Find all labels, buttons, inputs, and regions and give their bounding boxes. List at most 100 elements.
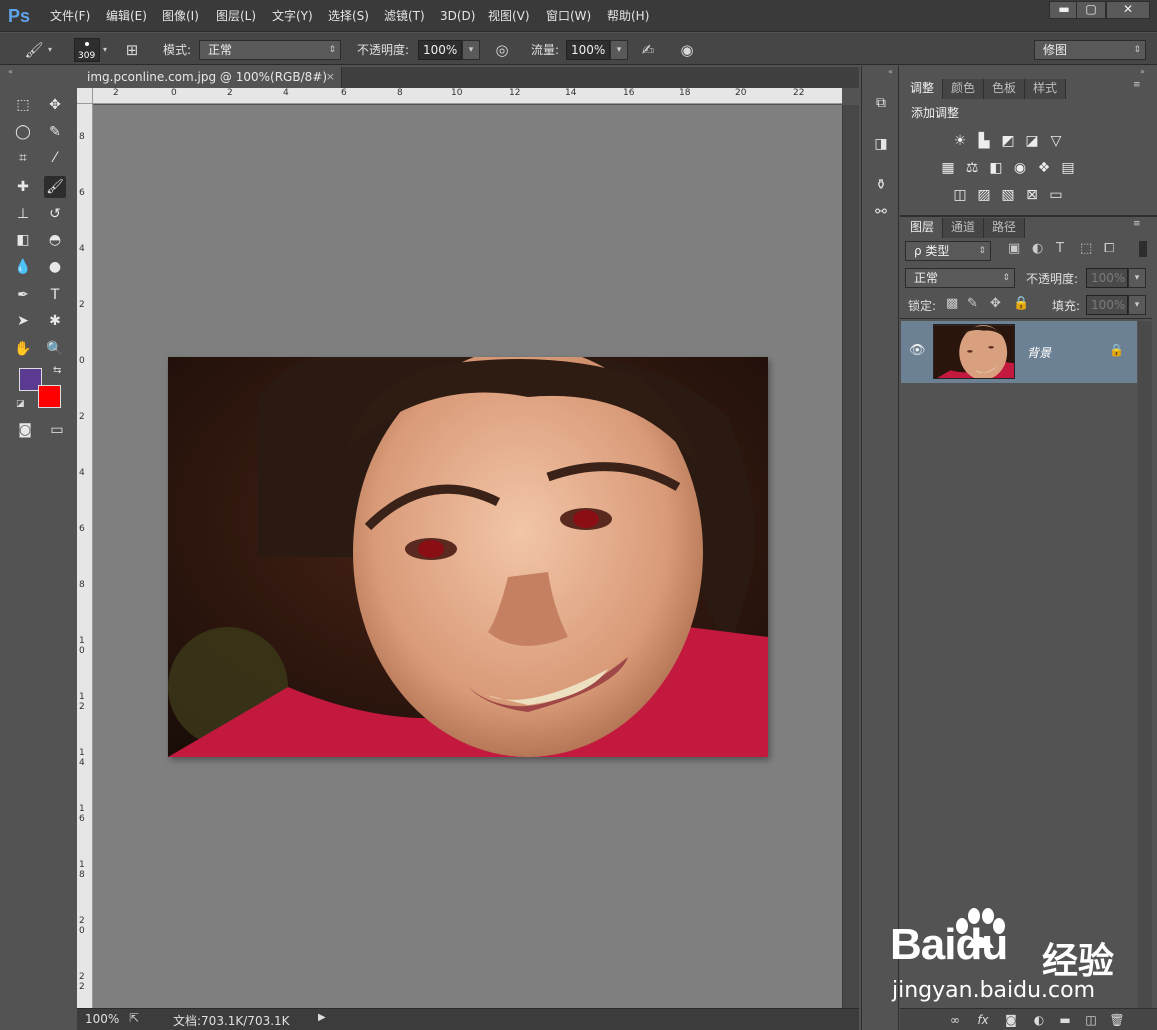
default-colors-icon[interactable]: ◪ <box>16 399 25 409</box>
lock-all-icon[interactable]: 🔒 <box>1013 296 1029 311</box>
fill-input[interactable]: 100% <box>1086 295 1128 315</box>
properties-panel-icon[interactable]: ◨ <box>870 133 892 155</box>
posterize-icon[interactable]: ▨ <box>974 186 994 204</box>
brush-presets-icon[interactable]: ⚱ <box>870 174 892 196</box>
quick-mask-icon[interactable]: ◙ <box>14 419 36 441</box>
selective-color-icon[interactable]: ⊠ <box>1022 186 1042 204</box>
chevron-down-icon[interactable]: ▾ <box>103 45 107 54</box>
swap-colors-icon[interactable]: ⇆ <box>53 365 61 376</box>
tab-layers[interactable]: 图层 <box>902 218 944 238</box>
channel-mixer-icon[interactable]: ❖ <box>1034 159 1054 177</box>
close-window-button[interactable]: ✕ <box>1106 1 1150 19</box>
crop-tool-icon[interactable]: ⌗ <box>12 147 34 169</box>
blend-mode-dropdown[interactable]: 正常 ⇕ <box>905 268 1015 288</box>
brush-settings-icon[interactable]: ⚯ <box>870 201 892 223</box>
path-selection-tool-icon[interactable]: ➤ <box>12 310 34 332</box>
hand-tool-icon[interactable]: ✋ <box>12 338 34 360</box>
lasso-tool-icon[interactable]: ◯ <box>12 121 34 143</box>
pixel-filter-icon[interactable]: ▣ <box>1008 241 1020 256</box>
menu-image[interactable]: 图像(I) <box>162 7 199 25</box>
color-balance-icon[interactable]: ⚖ <box>962 159 982 177</box>
tab-adjustments[interactable]: 调整 <box>902 79 944 99</box>
chevron-down-icon[interactable]: ▾ <box>48 45 52 54</box>
brush-tool-preset-icon[interactable]: 🖌 <box>24 40 44 60</box>
tab-channels[interactable]: 通道 <box>943 218 985 238</box>
vertical-ruler[interactable]: 86420246810121416182022 <box>77 104 93 1008</box>
menu-file[interactable]: 文件(F) <box>50 7 90 25</box>
fill-slider[interactable]: ▾ <box>1128 295 1146 315</box>
brush-size-preview[interactable]: 309 <box>74 38 100 62</box>
clone-stamp-tool-icon[interactable]: ⊥ <box>12 203 34 225</box>
background-color-swatch[interactable] <box>38 385 61 408</box>
menu-window[interactable]: 窗口(W) <box>546 7 591 25</box>
menu-layer[interactable]: 图层(L) <box>216 7 256 25</box>
opacity-input[interactable]: 100% <box>418 40 462 60</box>
type-tool-icon[interactable]: T <box>44 284 66 306</box>
menu-type[interactable]: 文字(Y) <box>272 7 313 25</box>
zoom-tool-icon[interactable]: 🔍 <box>44 338 66 360</box>
exposure-icon[interactable]: ◪ <box>1022 132 1042 150</box>
brush-panel-icon[interactable]: ⊞ <box>122 40 142 60</box>
smart-object-filter-icon[interactable]: ⧠ <box>1104 241 1114 256</box>
tab-paths[interactable]: 路径 <box>984 218 1026 238</box>
layer-opacity-input[interactable]: 100% <box>1086 268 1128 288</box>
minimize-button[interactable]: ▬ <box>1049 1 1079 19</box>
screen-mode-icon[interactable]: ▭ <box>46 419 68 441</box>
zoom-level[interactable]: 100% <box>85 1012 119 1026</box>
workspace-dropdown[interactable]: 修图 ⇕ <box>1034 40 1146 60</box>
history-panel-icon[interactable]: ⧉ <box>870 92 892 114</box>
paint-bucket-tool-icon[interactable]: ◓ <box>44 229 66 251</box>
close-tab-icon[interactable]: × <box>326 67 335 87</box>
menu-select[interactable]: 选择(S) <box>328 7 369 25</box>
shape-filter-icon[interactable]: ⬚ <box>1080 241 1092 256</box>
mode-dropdown[interactable]: 正常 ⇕ <box>199 40 341 60</box>
color-lookup-icon[interactable]: ▤ <box>1058 159 1078 177</box>
layer-name[interactable]: 背景 <box>1027 344 1051 361</box>
eye-visibility-icon[interactable]: 👁 <box>909 343 926 358</box>
gradient-map-icon[interactable]: ▭ <box>1046 186 1066 204</box>
flow-input[interactable]: 100% <box>566 40 610 60</box>
healing-brush-tool-icon[interactable]: ✚ <box>12 176 34 198</box>
layers-scrollbar[interactable] <box>1138 321 1152 1008</box>
photo-filter-icon[interactable]: ◉ <box>1010 159 1030 177</box>
adjustment-filter-icon[interactable]: ◐ <box>1032 241 1043 256</box>
menu-filter[interactable]: 滤镜(T) <box>384 7 425 25</box>
menu-edit[interactable]: 编辑(E) <box>106 7 147 25</box>
menu-help[interactable]: 帮助(H) <box>607 7 649 25</box>
curves-icon[interactable]: ◩ <box>998 132 1018 150</box>
panel-menu-icon[interactable]: ≡ <box>1133 80 1141 90</box>
type-filter-icon[interactable]: T <box>1056 241 1064 256</box>
menu-3d[interactable]: 3D(D) <box>440 7 475 25</box>
vibrance-icon[interactable]: ▽ <box>1046 132 1066 150</box>
menu-view[interactable]: 视图(V) <box>488 7 530 25</box>
layer-row[interactable]: 👁 背景 🔒 <box>901 321 1137 383</box>
eyedropper-tool-icon[interactable]: ⁄ <box>44 147 66 169</box>
expand-panel-icon[interactable]: « <box>888 68 893 76</box>
horizontal-ruler[interactable]: 2 0 2 4 6 8 10 12 14 16 18 20 22 <box>93 88 842 104</box>
quick-selection-tool-icon[interactable]: ✎ <box>44 121 66 143</box>
hue-saturation-icon[interactable]: ▦ <box>938 159 958 177</box>
brush-tool-icon[interactable]: 🖌 <box>44 176 66 198</box>
lock-position-icon[interactable]: ✥ <box>990 296 1001 311</box>
document-tab[interactable]: img.pconline.com.jpg @ 100%(RGB/8#) × <box>77 67 342 88</box>
lock-pixels-icon[interactable]: ✎ <box>967 296 978 311</box>
tab-color[interactable]: 颜色 <box>943 79 985 99</box>
tab-swatches[interactable]: 色板 <box>984 79 1026 99</box>
airbrush-icon[interactable]: ✍ <box>638 40 658 60</box>
layer-opacity-slider[interactable]: ▾ <box>1128 268 1146 288</box>
custom-shape-tool-icon[interactable]: ✱ <box>44 310 66 332</box>
collapse-panel-icon[interactable]: « <box>8 68 13 76</box>
pressure-size-icon[interactable]: ◉ <box>677 40 697 60</box>
document-image[interactable] <box>168 357 768 757</box>
blur-tool-icon[interactable]: 💧 <box>12 256 34 278</box>
maximize-button[interactable]: ▢ <box>1076 1 1106 19</box>
brightness-icon[interactable]: ☀ <box>950 132 970 150</box>
panel-menu-icon[interactable]: ≡ <box>1133 219 1141 229</box>
eraser-tool-icon[interactable]: ◧ <box>12 229 34 251</box>
lock-transparency-icon[interactable]: ▩ <box>946 296 958 311</box>
black-white-icon[interactable]: ◧ <box>986 159 1006 177</box>
tab-styles[interactable]: 样式 <box>1025 79 1067 99</box>
threshold-icon[interactable]: ▧ <box>998 186 1018 204</box>
share-icon[interactable]: ⇱ <box>129 1011 139 1025</box>
levels-icon[interactable]: ▙ <box>974 132 994 150</box>
